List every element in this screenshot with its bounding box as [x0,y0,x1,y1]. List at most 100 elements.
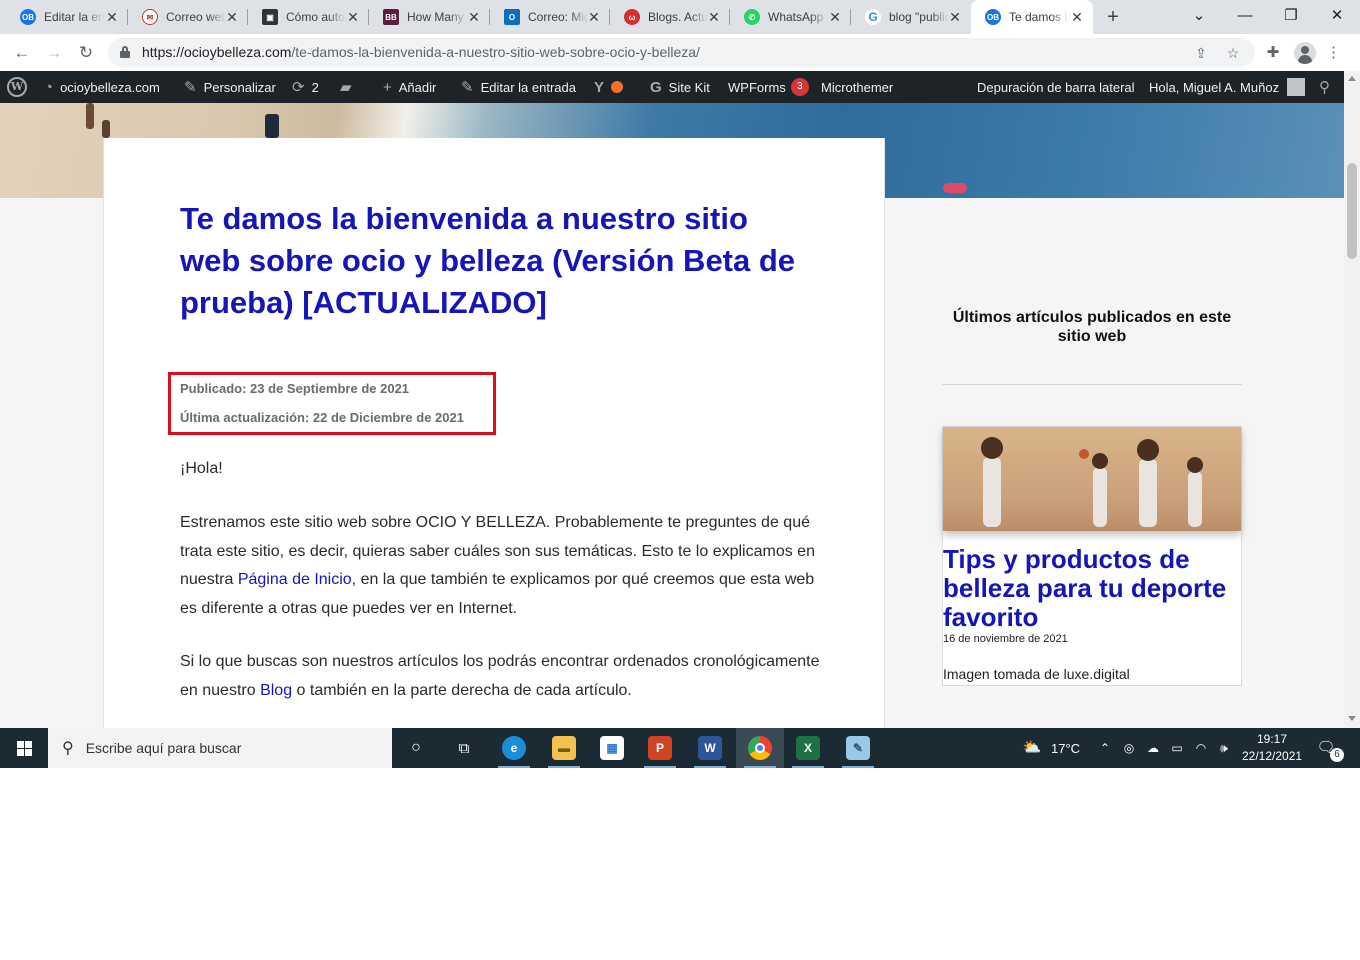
scroll-up-icon[interactable] [1348,76,1356,81]
wordpress-logo-icon[interactable]: W [7,71,27,103]
admin-customize[interactable]: ✎ Personalizar [184,71,276,103]
close-tab-icon[interactable]: ✕ [345,9,361,25]
close-tab-icon[interactable]: ✕ [1069,9,1085,25]
address-bar[interactable]: https://ocioybelleza.com/te-damos-la-bie… [108,38,1255,67]
wpforms-label: WPForms [728,79,786,95]
latest-post-card[interactable]: Tips y productos de belleza para tu depo… [942,426,1242,686]
lock-icon[interactable] [120,46,130,58]
battery-icon[interactable]: ▭ [1167,738,1187,758]
tab-title: Blogs. Actualidad [648,10,708,24]
greeting-label: Hola, Miguel A. Muñoz [1149,79,1280,95]
page-scrollbar[interactable] [1344,71,1360,728]
outlook-favicon-icon: O [504,9,520,25]
browser-tab[interactable]: G blog "publicado" ✕ [851,0,971,34]
volume-icon[interactable]: 🕪 [1214,738,1234,758]
clock-date[interactable]: 22/12/2021 [1242,749,1302,763]
browser-tab[interactable]: ✉ Correo web ✕ [128,0,248,34]
microsoft-store-icon[interactable]: ▦ [588,728,636,768]
task-view-icon[interactable]: ⧉ [440,728,488,768]
notepad-icon[interactable]: ✎ [834,728,882,768]
blog-link[interactable]: Blog [260,682,292,699]
windows-start-icon[interactable] [0,728,48,768]
url-path: /te-damos-la-bienvenida-a-nuestro-sitio-… [291,44,700,60]
sports-women-image[interactable] [943,427,1241,531]
scroll-down-icon[interactable] [1348,716,1356,721]
taskbar-search-box[interactable]: ⚲ Escribe aquí para buscar [48,728,392,768]
cortana-icon[interactable]: ○ [392,728,440,768]
tab-title: Te damos la bienvenida [1009,10,1069,24]
browser-tab[interactable]: OB Editar la entrada ✕ [6,0,128,34]
brush-icon: ✎ [184,79,197,96]
admin-wpforms[interactable]: WPForms 3 [728,71,809,103]
back-icon[interactable]: ← [9,40,35,66]
scrollbar-thumb[interactable] [1347,163,1357,259]
browser-tab-strip: OB Editar la entrada ✕ ✉ Correo web ✕ ▣ … [0,0,1360,34]
search-placeholder: Escribe aquí para buscar [85,740,242,756]
admin-account[interactable]: Hola, Miguel A. Muñoz [1149,71,1306,103]
profile-avatar-icon[interactable] [1294,42,1316,64]
tab-title: blog "publicado" [889,10,949,24]
excel-icon[interactable]: X [784,728,832,768]
admin-updates[interactable]: ⟳ 2 [292,71,319,103]
meet-now-icon[interactable]: ◎ [1119,738,1139,758]
close-tab-icon[interactable]: ✕ [224,9,240,25]
admin-microthemer[interactable]: Microthemer [821,71,893,103]
share-icon[interactable]: ⇪ [1192,44,1210,62]
screen: OB Editar la entrada ✕ ✉ Correo web ✕ ▣ … [0,0,1360,768]
admin-search-icon[interactable]: ⚲ [1319,71,1330,103]
close-window-icon[interactable]: ✕ [1325,4,1349,28]
tab-title: How Many [407,10,464,24]
yoast-seo-icon[interactable]: Y [594,71,624,103]
reload-icon[interactable]: ↻ [73,40,99,66]
weather-icon[interactable]: ⛅ [1020,738,1044,758]
admin-add-new[interactable]: + Añadir [383,71,436,103]
tab-title: Correo web [166,10,226,24]
bookmark-star-icon[interactable]: ☆ [1224,44,1242,62]
url-host: https://ocioybelleza.com [142,44,292,60]
edge-icon[interactable]: e [490,728,538,768]
admin-site-kit[interactable]: G Site Kit [650,71,710,103]
admin-sidebar-debug[interactable]: Depuración de barra lateral [977,71,1135,103]
powerpoint-icon[interactable]: P [636,728,684,768]
comments-icon[interactable]: ▰ [340,71,359,103]
wpforms-badge: 3 [790,78,809,96]
new-tab-button[interactable]: + [1102,6,1124,28]
browser-tab[interactable]: BB How Many ✕ [369,0,490,34]
close-tab-icon[interactable]: ✕ [706,9,722,25]
close-tab-icon[interactable]: ✕ [947,9,963,25]
show-hidden-icons-icon[interactable]: ⌃ [1095,738,1115,758]
weather-temperature[interactable]: 17°C [1051,741,1080,756]
home-page-link[interactable]: Página de Inicio [238,571,352,588]
articles-text-end: o también en la parte derecha de cada ar… [292,681,632,699]
intro-paragraph: Estrenamos este sitio web sobre OCIO Y B… [180,509,820,623]
tab-search-icon[interactable]: ⌄ [1187,4,1211,28]
browser-menu-icon[interactable]: ⋮ [1326,41,1341,65]
tab-title: Cómo automatizar [286,10,346,24]
extensions-puzzle-icon[interactable]: ✚ [1261,41,1285,65]
chrome-icon[interactable] [736,728,784,768]
restore-icon[interactable]: ❐ [1279,4,1303,28]
browser-tab-active[interactable]: OB Te damos la bienvenida ✕ [971,0,1093,34]
browser-tab[interactable]: ▣ Cómo automatizar ✕ [248,0,369,34]
notifications-count: 6 [1330,748,1344,762]
close-tab-icon[interactable]: ✕ [586,9,602,25]
close-tab-icon[interactable]: ✕ [466,9,482,25]
admin-site-name[interactable]: ◔ ocioybelleza.com [44,71,160,103]
onedrive-icon[interactable]: ☁ [1143,738,1163,758]
browser-tab[interactable]: ω Blogs. Actualidad ✕ [610,0,730,34]
sidebar-divider [942,384,1242,385]
wifi-icon[interactable]: ◠ [1191,738,1211,758]
post-card-title-link[interactable]: Tips y productos de belleza para tu depo… [943,545,1241,632]
forward-icon[interactable]: → [41,40,67,66]
admin-edit-post[interactable]: ✎ Editar la entrada [461,71,576,103]
minimize-icon[interactable]: — [1233,4,1257,28]
clock-time[interactable]: 19:17 [1257,732,1287,746]
close-tab-icon[interactable]: ✕ [104,9,120,25]
add-new-label: Añadir [398,79,437,95]
browser-tab[interactable]: O Correo: Miguel ✕ [490,0,610,34]
url-text[interactable]: https://ocioybelleza.com/te-damos-la-bie… [142,44,700,60]
word-icon[interactable]: W [686,728,734,768]
browser-tab[interactable]: ✆ WhatsApp ✕ [730,0,851,34]
file-explorer-icon[interactable]: ▬ [540,728,588,768]
close-tab-icon[interactable]: ✕ [827,9,843,25]
